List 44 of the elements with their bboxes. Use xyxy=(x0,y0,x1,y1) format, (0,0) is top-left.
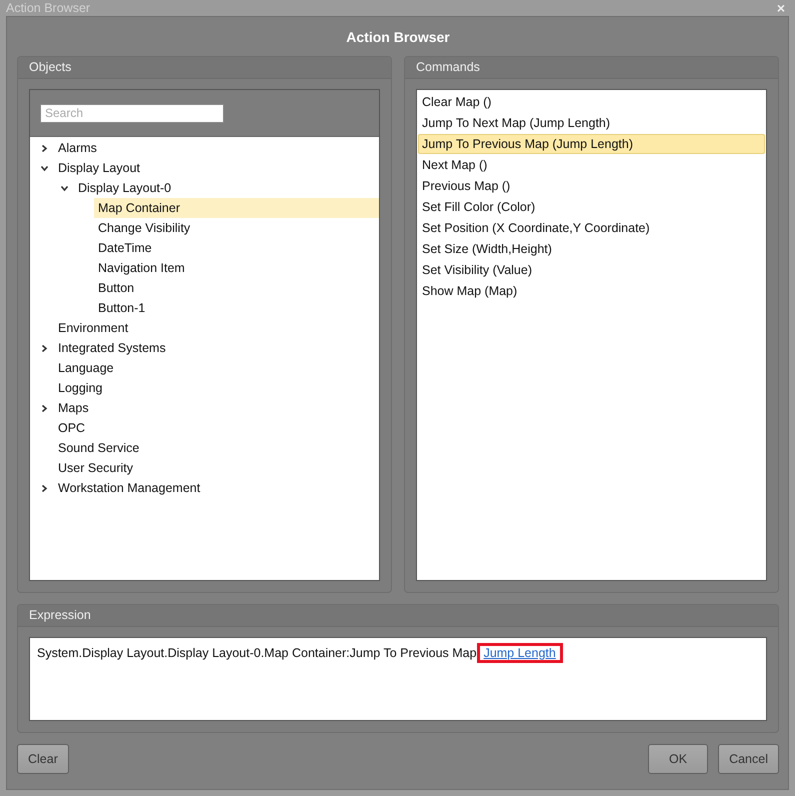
panel-title: Expression xyxy=(18,605,778,627)
tree-item[interactable]: Sound Service xyxy=(54,438,379,458)
dialog-button[interactable]: OK xyxy=(648,744,708,774)
search-field[interactable]: Search xyxy=(40,104,224,122)
command-item[interactable]: Jump To Previous Map (Jump Length) xyxy=(418,134,765,154)
command-item[interactable]: Set Fill Color (Color) xyxy=(418,197,765,217)
expression-field[interactable]: System.Display Layout.Display Layout-0.Map Container:Jump To Previous Map Jump Length xyxy=(29,637,767,721)
command-item[interactable]: Jump To Next Map (Jump Length) xyxy=(418,113,765,133)
chevron-right-icon[interactable] xyxy=(40,404,48,412)
tree-item[interactable]: Alarms xyxy=(54,138,379,158)
chevron-right-icon[interactable] xyxy=(40,144,48,152)
chevron-down-icon[interactable] xyxy=(60,184,68,192)
tree-item[interactable]: Button-1 xyxy=(94,298,379,318)
tree-item[interactable]: Integrated Systems xyxy=(54,338,379,358)
command-item[interactable]: Next Map () xyxy=(418,155,765,175)
tree-item[interactable]: Button xyxy=(94,278,379,298)
command-item[interactable]: Show Map (Map) xyxy=(418,281,765,301)
tree-item[interactable]: OPC xyxy=(54,418,379,438)
tree-item[interactable]: Environment xyxy=(54,318,379,338)
dialog-button[interactable]: Clear xyxy=(17,744,69,774)
command-item[interactable]: Set Position (X Coordinate,Y Coordinate) xyxy=(418,218,765,238)
panel-title: Commands xyxy=(405,57,778,79)
tree-item[interactable]: Maps xyxy=(54,398,379,418)
command-item[interactable]: Set Visibility (Value) xyxy=(418,260,765,280)
command-item[interactable]: Previous Map () xyxy=(418,176,765,196)
tree-item[interactable]: Display Layout-0 xyxy=(74,178,379,198)
tree-item[interactable]: Navigation Item xyxy=(94,258,379,278)
panel-title: Objects xyxy=(18,57,391,79)
dialog-button[interactable]: Cancel xyxy=(718,744,779,774)
tree-item[interactable]: Language xyxy=(54,358,379,378)
tree-item[interactable]: Display Layout xyxy=(54,158,379,178)
tree-item[interactable]: Workstation Management xyxy=(54,478,379,498)
chevron-right-icon[interactable] xyxy=(40,344,48,352)
dialog-heading: Action Browser xyxy=(345,28,451,46)
tree-item[interactable]: Change Visibility xyxy=(94,218,379,238)
chevron-right-icon[interactable] xyxy=(40,484,48,492)
chevron-down-icon[interactable] xyxy=(40,164,48,172)
parameter-link[interactable]: Jump Length xyxy=(484,646,556,660)
command-item[interactable]: Set Size (Width,Height) xyxy=(418,239,765,259)
command-item[interactable]: Clear Map () xyxy=(418,92,765,112)
tree-item[interactable]: User Security xyxy=(54,458,379,478)
tree-item[interactable]: DateTime xyxy=(94,238,379,258)
tree-item[interactable]: Logging xyxy=(54,378,379,398)
tree-item[interactable]: Map Container xyxy=(94,198,379,218)
